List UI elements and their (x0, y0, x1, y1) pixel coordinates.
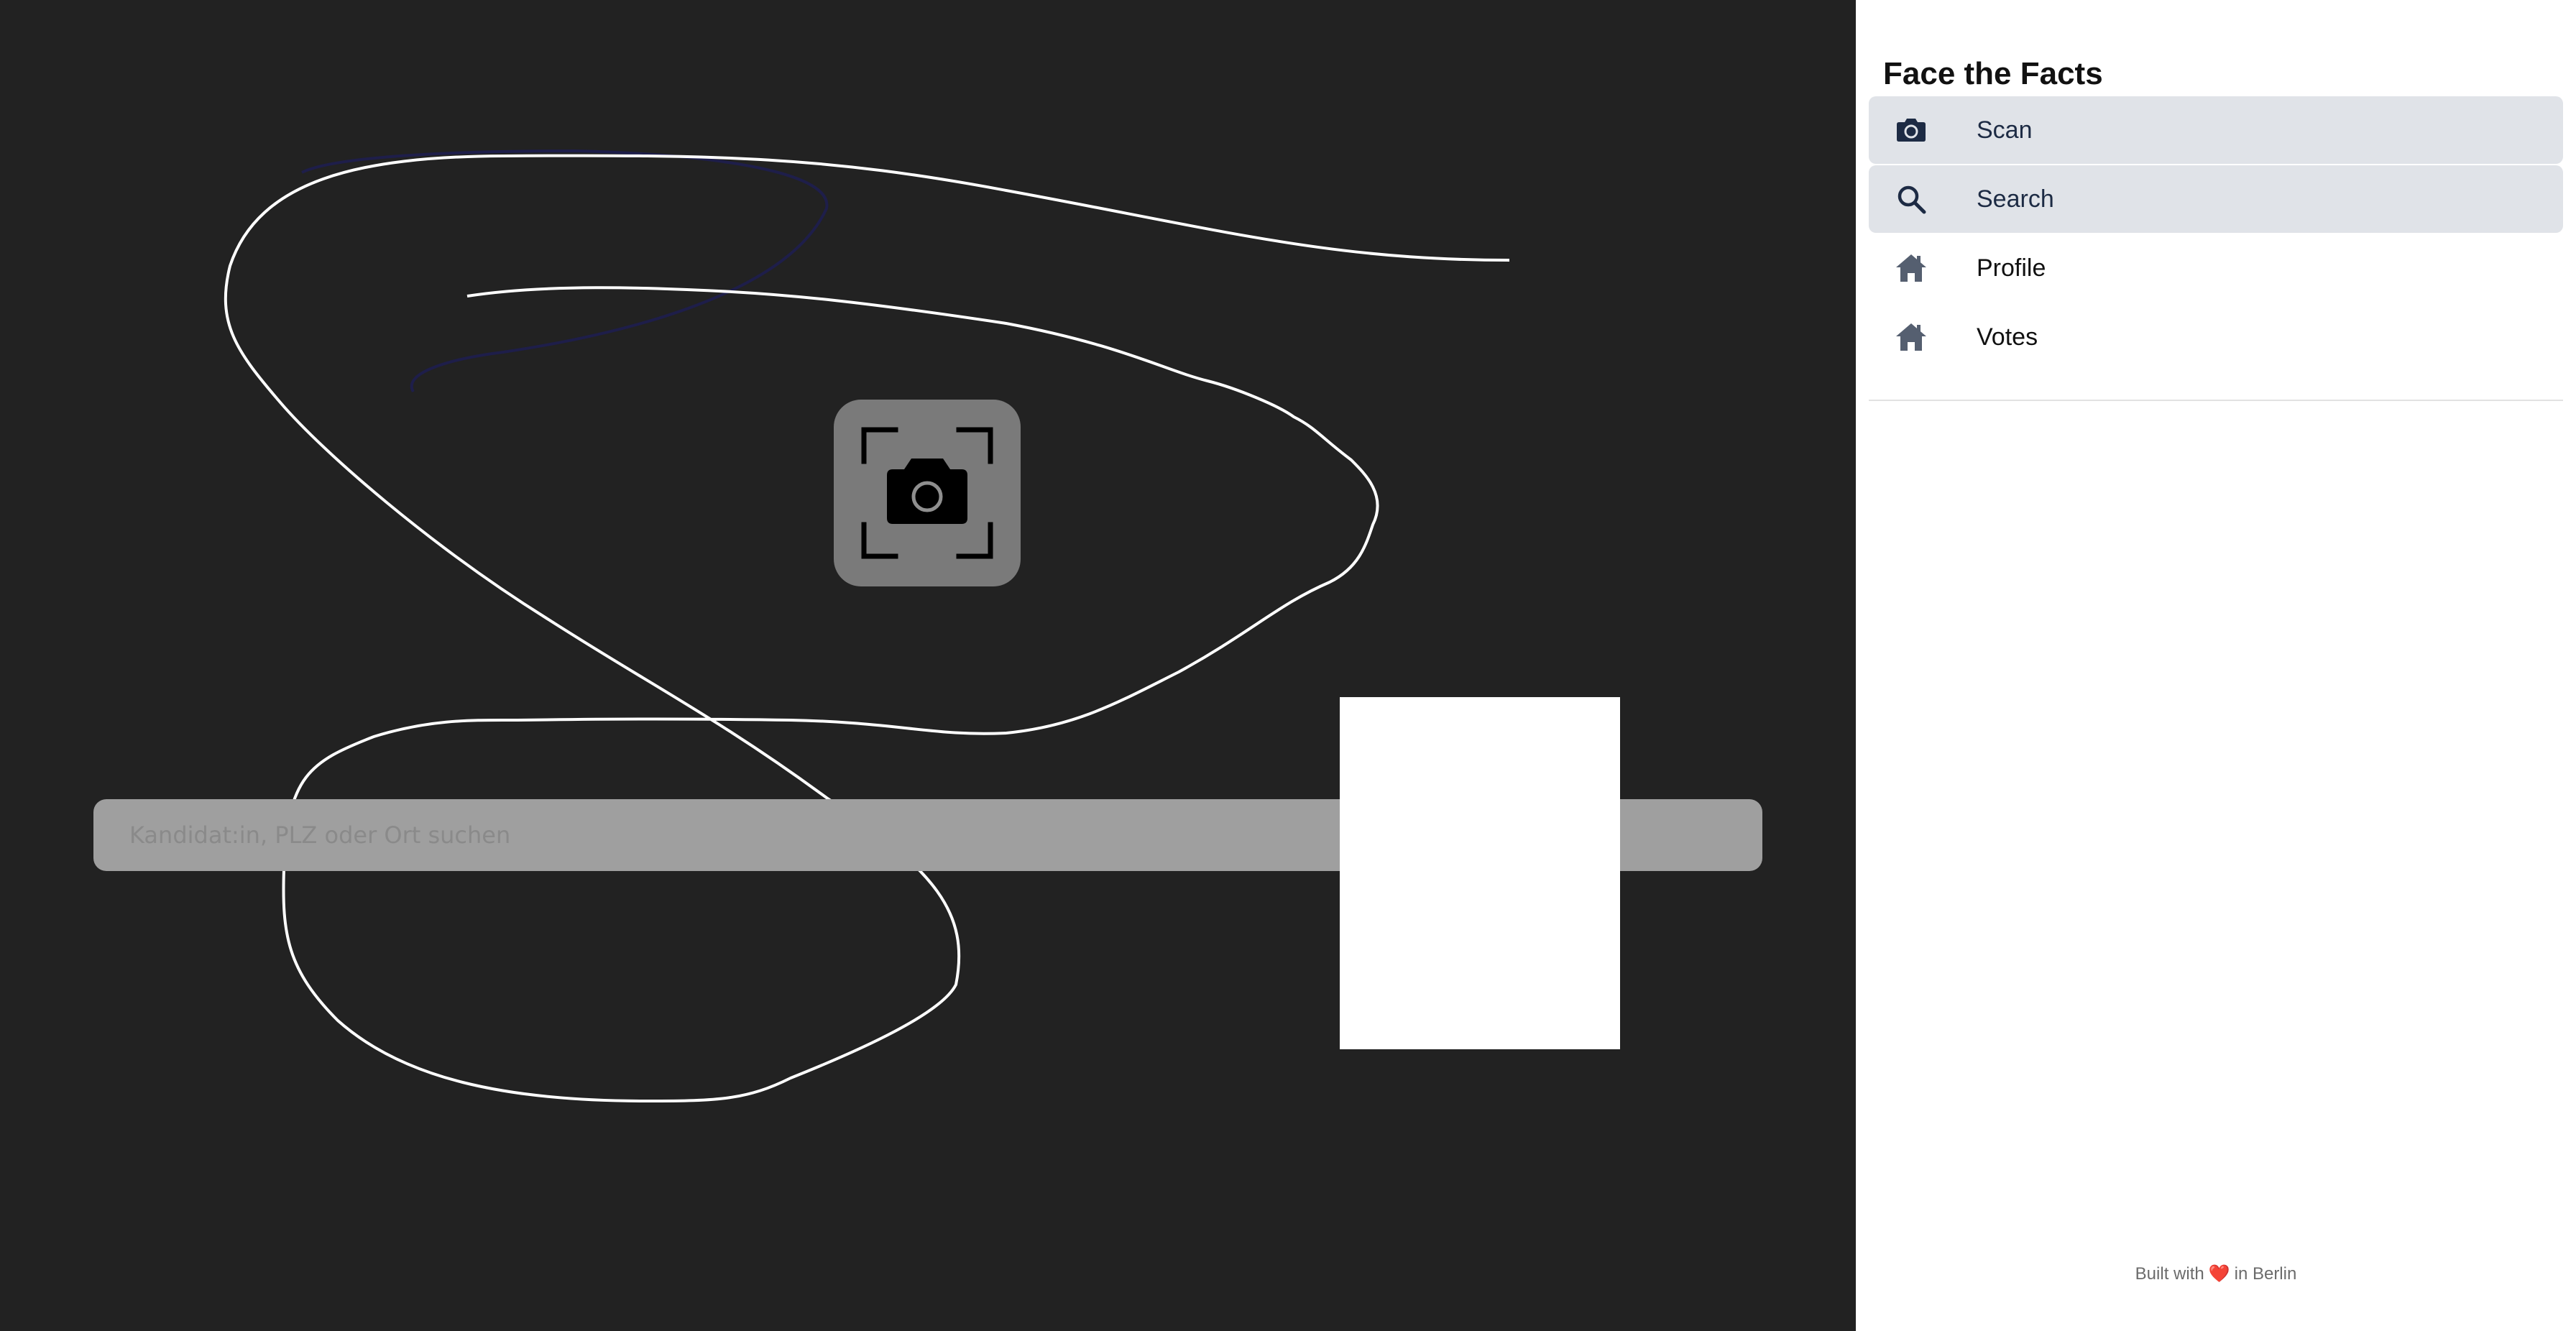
sidebar-item-label: Votes (1977, 323, 2038, 351)
app-title: Face the Facts (1883, 56, 2103, 91)
divider (1869, 400, 2563, 401)
home-icon (1896, 323, 1926, 351)
doodle-drawing (224, 149, 1510, 1103)
camera-icon (1897, 119, 1926, 142)
main-area (0, 0, 1856, 1331)
search-icon (1898, 185, 1926, 214)
sidebar-item-scan[interactable]: Scan (1869, 96, 2563, 164)
image-placeholder (1340, 697, 1620, 1049)
sidebar-item-search[interactable]: Search (1869, 165, 2563, 233)
sidebar-item-label: Scan (1977, 116, 2033, 144)
sidebar-item-label: Profile (1977, 254, 2046, 282)
footer: Built with ❤️ in Berlin (1856, 1263, 2576, 1284)
home-icon (1896, 254, 1926, 282)
sidebar-item-votes[interactable]: Votes (1869, 303, 2563, 371)
sidebar-item-profile[interactable]: Profile (1869, 234, 2563, 302)
heart-icon: ❤️ (2208, 1264, 2230, 1284)
footer-prefix: Built with (2135, 1264, 2204, 1284)
camera-scan-icon (861, 427, 993, 559)
sidebar: Face the Facts Scan Search Profile Votes… (1856, 0, 2576, 1331)
scan-button[interactable] (834, 400, 1021, 586)
footer-suffix: in Berlin (2234, 1264, 2297, 1284)
sidebar-item-label: Search (1977, 185, 2054, 213)
